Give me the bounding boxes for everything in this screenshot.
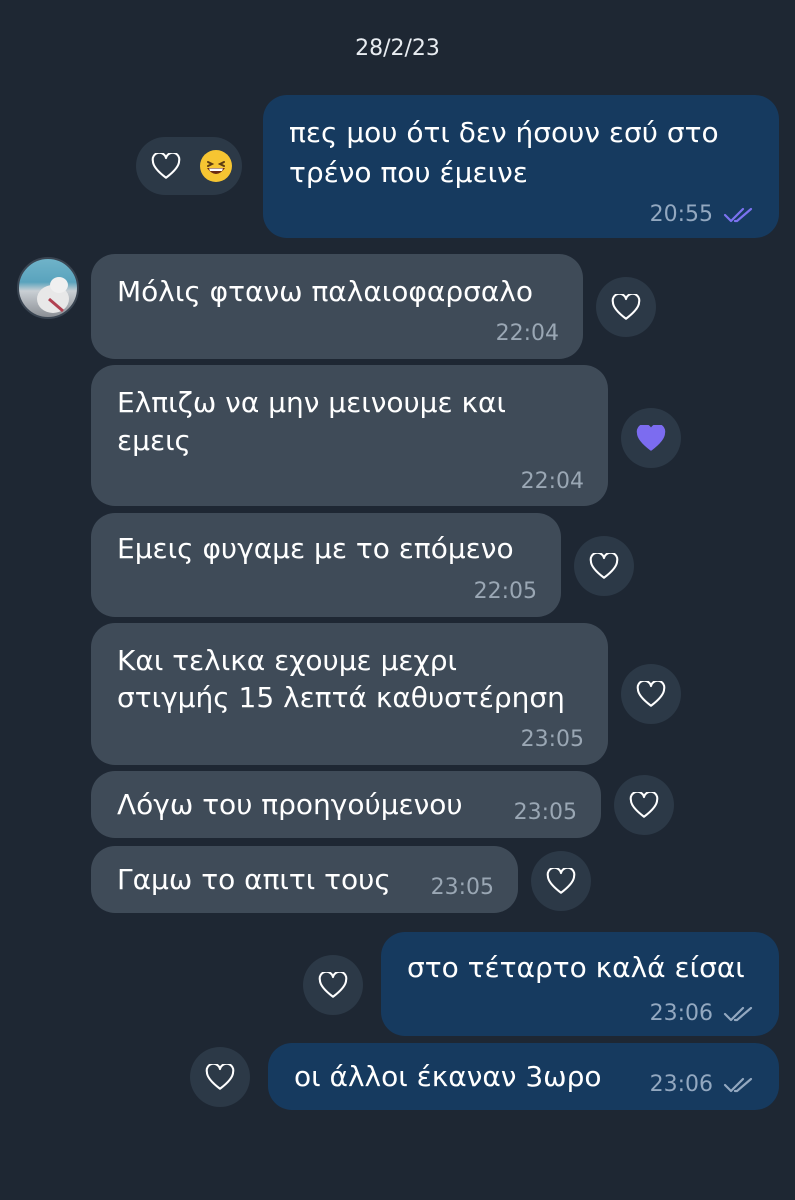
heart-outline-icon[interactable] — [136, 136, 196, 196]
reaction-pill[interactable] — [136, 137, 242, 195]
message-time: 22:05 — [473, 579, 537, 604]
double-check-icon — [723, 1077, 753, 1093]
date-separator: 28/2/23 — [355, 36, 440, 61]
message-time: 20:55 — [649, 202, 713, 227]
message-bubble-incoming[interactable]: Λόγω του προηγούμενου 23:05 — [91, 771, 601, 838]
like-button[interactable] — [621, 664, 681, 724]
message-text: στο τέταρτο καλά είσαι — [407, 951, 745, 984]
like-button[interactable] — [614, 775, 674, 835]
message-bubble-incoming[interactable]: Και τελικα εχουμε μεχρι στιγμής 15 λεπτά… — [91, 623, 608, 765]
message-bubble-incoming[interactable]: Εμεις φυγαμε με το επόμενο 22:05 — [91, 513, 561, 617]
message-time: 23:05 — [513, 800, 577, 825]
message-time: 23:06 — [649, 1001, 713, 1026]
message-text: οι άλλοι έκαναν 3ωρο — [294, 1060, 602, 1093]
like-button-active[interactable] — [621, 408, 681, 468]
message-text: εμεις — [117, 424, 191, 457]
message-bubble-incoming[interactable]: Μόλις φτανω παλαιοφαρσαλο 22:04 — [91, 254, 583, 359]
double-check-icon — [723, 1006, 753, 1022]
message-time: 22:04 — [520, 469, 584, 494]
double-check-icon — [723, 207, 753, 223]
message-text: πες μου ότι δεν ήσουν εσύ στο — [289, 116, 719, 149]
like-button[interactable] — [596, 277, 656, 337]
laughing-emoji-icon — [200, 150, 232, 182]
message-text: Εμεις φυγαμε με το επόμενο — [117, 532, 514, 565]
heart-filled-icon — [636, 424, 666, 451]
like-button[interactable] — [303, 955, 363, 1015]
message-bubble-outgoing[interactable]: πες μου ότι δεν ήσουν εσύ στο τρένο που … — [263, 95, 779, 238]
heart-outline-icon — [636, 680, 666, 707]
like-button[interactable] — [574, 536, 634, 596]
message-bubble-outgoing[interactable]: στο τέταρτο καλά είσαι 23:06 — [381, 932, 779, 1036]
heart-outline-icon — [589, 552, 619, 579]
heart-outline-icon — [629, 791, 659, 818]
like-button[interactable] — [190, 1047, 250, 1107]
message-time: 22:04 — [495, 321, 559, 346]
message-time: 23:06 — [649, 1072, 713, 1097]
heart-outline-icon — [318, 971, 348, 998]
heart-outline-icon — [546, 867, 576, 894]
message-text: Και τελικα εχουμε μεχρι — [117, 644, 457, 677]
message-bubble-outgoing[interactable]: οι άλλοι έκαναν 3ωρο 23:06 — [268, 1043, 779, 1110]
message-bubble-incoming[interactable]: Γαμω το απιτι τους 23:05 — [91, 846, 518, 913]
message-text: τρένο που έμεινε — [289, 156, 528, 189]
message-text: Ελπιζω να μην μεινουμε και — [117, 386, 506, 419]
heart-outline-icon — [205, 1063, 235, 1090]
avatar[interactable] — [17, 257, 79, 319]
like-button[interactable] — [531, 851, 591, 911]
message-text: Μόλις φτανω παλαιοφαρσαλο — [117, 275, 533, 308]
message-text: στιγμής 15 λεπτά καθυστέρηση — [117, 681, 565, 714]
heart-outline-icon — [611, 293, 641, 320]
message-text: Γαμω το απιτι τους — [117, 863, 391, 896]
message-time: 23:05 — [430, 875, 494, 900]
message-time: 23:05 — [520, 727, 584, 752]
message-text: Λόγω του προηγούμενου — [117, 788, 463, 821]
message-bubble-incoming[interactable]: Ελπιζω να μην μεινουμε και εμεις 22:04 — [91, 365, 608, 506]
